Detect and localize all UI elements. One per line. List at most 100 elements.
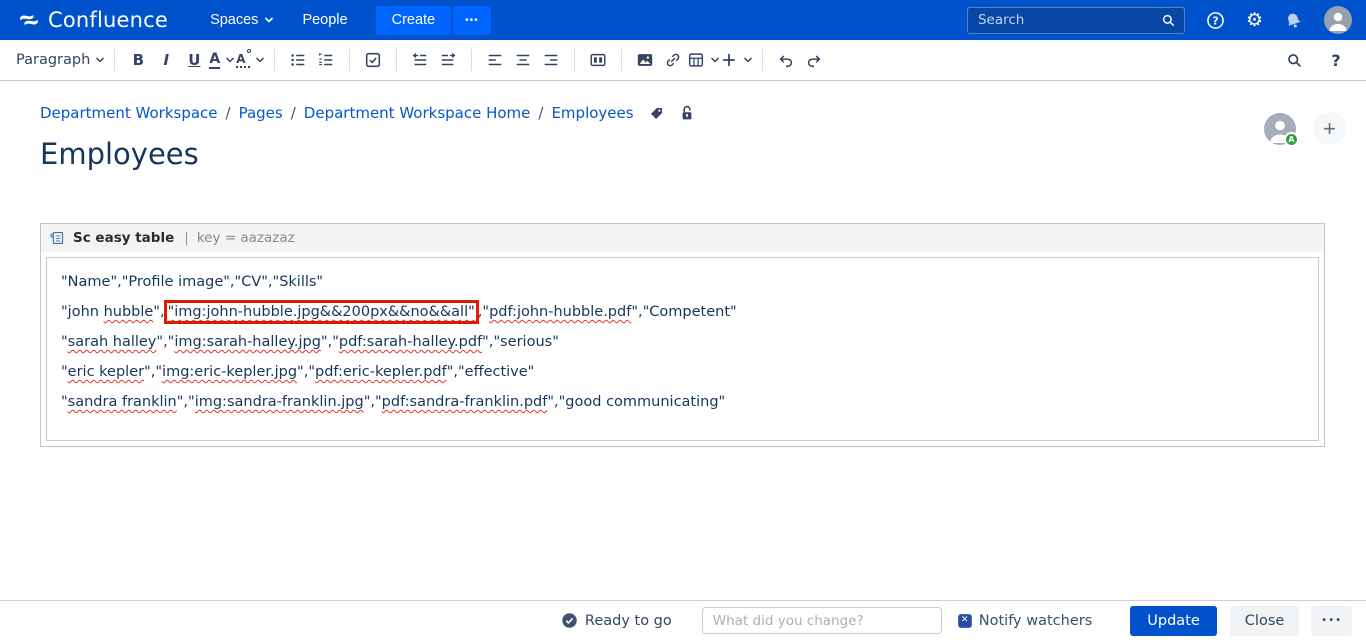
csv-token: "," bbox=[321, 334, 339, 350]
nav-people[interactable]: People bbox=[288, 0, 361, 40]
find-replace-button[interactable] bbox=[1280, 45, 1308, 75]
toolbar-separator bbox=[114, 49, 115, 71]
csv-line: "sandra franklin","img:sandra-franklin.j… bbox=[47, 387, 1318, 417]
align-right-icon bbox=[542, 51, 560, 69]
person-icon bbox=[1324, 6, 1352, 34]
align-left-button[interactable] bbox=[481, 45, 509, 75]
breadcrumb-separator: / bbox=[538, 104, 543, 122]
csv-token: ", bbox=[153, 304, 164, 320]
search-box[interactable] bbox=[967, 7, 1185, 34]
nav-more-button[interactable]: ••• bbox=[453, 6, 491, 35]
search-input[interactable] bbox=[978, 12, 1161, 28]
help-button[interactable]: ? bbox=[1206, 11, 1225, 30]
align-right-button[interactable] bbox=[537, 45, 565, 75]
toolbar-separator bbox=[396, 49, 397, 71]
toolbar-separator bbox=[471, 49, 472, 71]
csv-token: ," bbox=[478, 304, 489, 320]
csv-line: "Name","Profile image","CV","Skills" bbox=[47, 267, 1318, 297]
search-icon bbox=[1161, 13, 1176, 28]
nav-right-group: ? ⚙ bbox=[967, 6, 1352, 34]
bullet-list-icon bbox=[289, 51, 307, 69]
help-icon: ? bbox=[1206, 11, 1225, 30]
change-comment-input[interactable] bbox=[702, 607, 942, 634]
csv-line: "john hubble","img:john-hubble.jpg&&200p… bbox=[47, 297, 1318, 327]
text-color-icon: A bbox=[209, 51, 220, 69]
csv-token: " bbox=[61, 394, 68, 410]
page-title: Employees bbox=[40, 137, 1325, 171]
update-button[interactable]: Update bbox=[1130, 606, 1217, 636]
italic-button[interactable]: I bbox=[152, 45, 180, 75]
numbered-list-button[interactable] bbox=[312, 45, 340, 75]
macro-box[interactable]: Sc easy table | key = aazazaz "Name","Pr… bbox=[40, 223, 1325, 447]
redo-icon bbox=[805, 51, 823, 69]
unlock-icon[interactable] bbox=[679, 104, 695, 122]
outdent-button[interactable] bbox=[406, 45, 434, 75]
text-color-dropdown[interactable]: A bbox=[208, 45, 236, 75]
insert-table-dropdown[interactable] bbox=[687, 45, 720, 75]
notify-watchers[interactable]: ✕ Notify watchers bbox=[958, 613, 1093, 629]
undo-icon bbox=[777, 51, 795, 69]
link-icon bbox=[664, 51, 682, 69]
csv-token: "," bbox=[156, 334, 174, 350]
page-layout-button[interactable] bbox=[584, 45, 612, 75]
close-button[interactable]: Close bbox=[1230, 606, 1300, 636]
nav-spaces[interactable]: Spaces bbox=[196, 0, 288, 40]
breadcrumb-link[interactable]: Pages bbox=[239, 104, 283, 122]
add-contributor-button[interactable]: + bbox=[1313, 112, 1346, 145]
underline-button[interactable]: U bbox=[180, 45, 208, 75]
footer-more-button[interactable]: ••• bbox=[1311, 606, 1352, 636]
image-icon bbox=[636, 51, 654, 69]
breadcrumb-separator: / bbox=[226, 104, 231, 122]
underline-icon: U bbox=[188, 51, 200, 69]
undo-button[interactable] bbox=[772, 45, 800, 75]
create-button[interactable]: Create bbox=[376, 6, 452, 35]
editor-help-button[interactable]: ? bbox=[1322, 45, 1350, 75]
csv-token: "john bbox=[61, 304, 104, 320]
chevron-down-icon bbox=[95, 55, 105, 65]
insert-more-dropdown[interactable] bbox=[720, 45, 753, 75]
csv-line: "eric kepler","img:eric-kepler.jpg","pdf… bbox=[47, 357, 1318, 387]
bullet-list-button[interactable] bbox=[284, 45, 312, 75]
insert-link-button[interactable] bbox=[659, 45, 687, 75]
csv-content[interactable]: "Name","Profile image","CV","Skills""joh… bbox=[46, 257, 1319, 441]
plus-icon bbox=[720, 51, 738, 69]
task-checkbox-icon bbox=[364, 51, 382, 69]
page-corner-tools: A + bbox=[1264, 112, 1346, 145]
redo-button[interactable] bbox=[800, 45, 828, 75]
question-mark-icon: ? bbox=[1331, 51, 1340, 70]
csv-token: " bbox=[61, 364, 68, 380]
breadcrumb-row: Department Workspace / Pages / Department Wo… bbox=[40, 104, 1325, 122]
paragraph-style-label: Paragraph bbox=[16, 52, 90, 68]
confluence-brand[interactable]: Confluence bbox=[18, 8, 168, 32]
notify-checkbox[interactable]: ✕ bbox=[958, 614, 972, 628]
csv-token: pdf:sandra-franklin.pdf bbox=[382, 394, 548, 410]
italic-icon: I bbox=[163, 51, 169, 69]
breadcrumb-link[interactable]: Department Workspace bbox=[40, 104, 218, 122]
macro-header: Sc easy table | key = aazazaz bbox=[41, 224, 1324, 252]
contributor-avatar[interactable]: A bbox=[1264, 113, 1296, 145]
task-list-button[interactable] bbox=[359, 45, 387, 75]
save-status-label: Ready to go bbox=[585, 613, 672, 629]
more-formatting-icon: A bbox=[236, 52, 249, 68]
csv-line: "sarah halley","img:sarah-halley.jpg","p… bbox=[47, 327, 1318, 357]
more-formatting-dropdown[interactable]: A bbox=[236, 45, 264, 75]
indent-button[interactable] bbox=[434, 45, 462, 75]
bold-button[interactable]: B bbox=[124, 45, 152, 75]
csv-token: "," bbox=[297, 364, 315, 380]
indent-icon bbox=[439, 51, 457, 69]
settings-button[interactable]: ⚙ bbox=[1246, 11, 1263, 30]
breadcrumb-link[interactable]: Department Workspace Home bbox=[304, 104, 531, 122]
labels-icon[interactable] bbox=[648, 105, 665, 122]
highlighted-token: "img:john-hubble.jpg&&200px&&no&&all" bbox=[168, 304, 475, 320]
paragraph-style-dropdown[interactable]: Paragraph bbox=[16, 45, 105, 75]
macro-divider: | bbox=[184, 230, 189, 246]
breadcrumb-link[interactable]: Employees bbox=[551, 104, 633, 122]
align-center-button[interactable] bbox=[509, 45, 537, 75]
user-avatar[interactable] bbox=[1324, 6, 1352, 34]
gear-icon: ⚙ bbox=[1246, 11, 1263, 30]
bell-icon bbox=[1284, 11, 1303, 30]
editor-toolbar: Paragraph B I U A A bbox=[0, 40, 1366, 81]
save-status: Ready to go bbox=[561, 612, 672, 629]
notifications-button[interactable] bbox=[1284, 11, 1303, 30]
insert-image-button[interactable] bbox=[631, 45, 659, 75]
